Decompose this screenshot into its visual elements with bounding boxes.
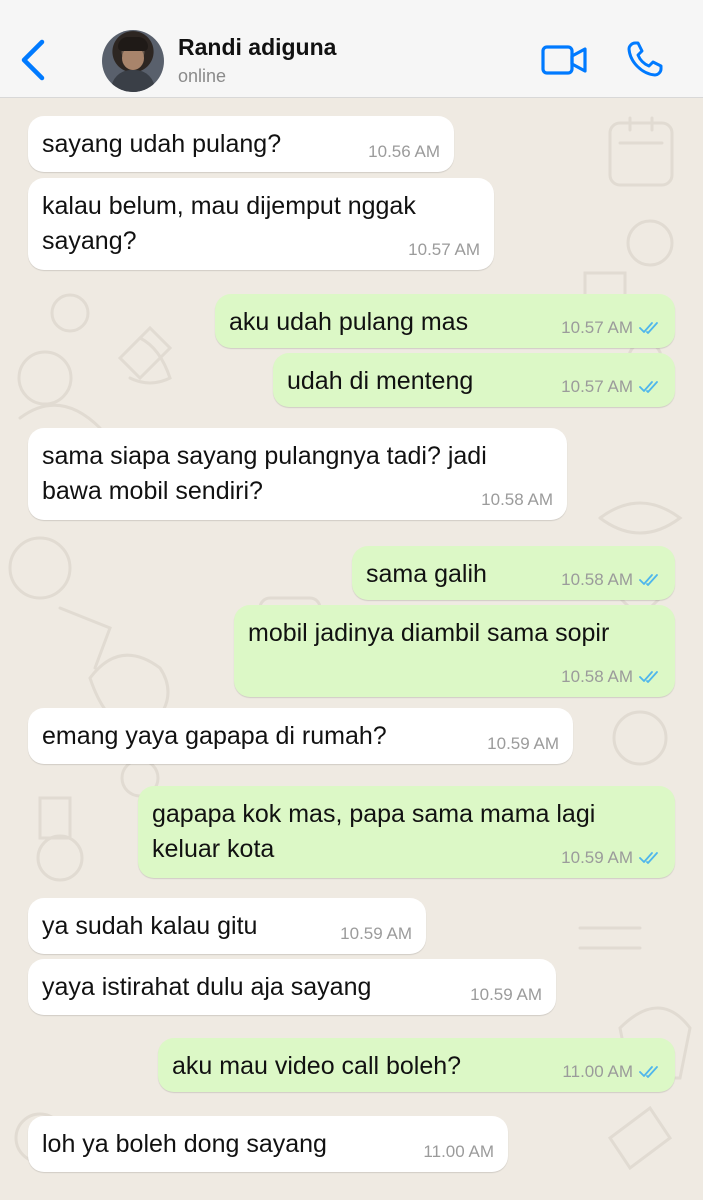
chat-header: Randi adiguna online [0, 0, 703, 98]
incoming-message-bubble[interactable]: sama siapa sayang pulangnya tadi? jadi b… [28, 428, 567, 520]
phone-icon[interactable] [626, 40, 664, 78]
message-meta: 10.58 AM [561, 667, 661, 687]
message-time: 10.57 AM [561, 318, 633, 337]
message-meta: 10.58 AM [561, 570, 661, 590]
outgoing-message-bubble[interactable]: aku udah pulang mas 10.57 AM [215, 294, 675, 348]
message-time: 10.58 AM [561, 570, 633, 589]
message-time: 11.00 AM [562, 1062, 633, 1081]
message-meta: 10.59 AM [340, 924, 412, 944]
message-meta: 10.56 AM [368, 142, 440, 162]
incoming-message-bubble[interactable]: loh ya boleh dong sayang 11.00 AM [28, 1116, 508, 1172]
message-meta: 10.59 AM [470, 985, 542, 1005]
read-receipt-icon [639, 671, 658, 683]
message-time: 10.56 AM [368, 142, 440, 161]
outgoing-message-bubble[interactable]: gapapa kok mas, papa sama mama lagi kelu… [138, 786, 675, 878]
incoming-message-bubble[interactable]: kalau belum, mau dijemput nggak sayang? 1… [28, 178, 494, 270]
incoming-message-bubble[interactable]: yaya istirahat dulu aja sayang 10.59 AM [28, 959, 556, 1015]
outgoing-message-bubble[interactable]: aku mau video call boleh? 11.00 AM [158, 1038, 675, 1092]
read-receipt-icon [639, 322, 658, 334]
incoming-message-bubble[interactable]: ya sudah kalau gitu 10.59 AM [28, 898, 426, 954]
avatar[interactable] [102, 30, 164, 92]
message-meta: 10.58 AM [481, 490, 553, 510]
message-time: 10.58 AM [481, 490, 553, 509]
contact-name[interactable]: Randi adiguna [178, 34, 336, 61]
message-text: emang yaya gapapa di rumah? [42, 722, 387, 750]
read-receipt-icon [639, 381, 658, 393]
outgoing-message-bubble[interactable]: sama galih 10.58 AM [352, 546, 675, 600]
message-meta: 10.57 AM [408, 240, 480, 260]
message-text: sama siapa sayang pulangnya tadi? jadi b… [42, 442, 494, 505]
message-meta: 11.00 AM [423, 1142, 494, 1162]
message-time: 10.57 AM [408, 240, 480, 259]
message-time: 11.00 AM [423, 1142, 494, 1161]
message-meta: 10.59 AM [561, 848, 661, 868]
message-time: 10.59 AM [561, 848, 633, 867]
message-text: yaya istirahat dulu aja sayang [42, 973, 372, 1001]
read-receipt-icon [639, 1066, 658, 1078]
contact-status: online [178, 66, 227, 86]
message-meta: 10.57 AM [561, 318, 661, 338]
outgoing-message-bubble[interactable]: mobil jadinya diambil sama sopir 10.58 AM [234, 605, 675, 697]
chat-area[interactable]: sayang udah pulang? 10.56 AM kalau belum, … [0, 98, 703, 1200]
message-meta: 10.59 AM [487, 734, 559, 754]
message-meta: 10.57 AM [561, 377, 661, 397]
message-meta: 11.00 AM [562, 1062, 661, 1082]
message-time: 10.59 AM [487, 734, 559, 753]
chevron-left-icon[interactable] [14, 36, 54, 84]
message-text: mobil jadinya diambil sama sopir [248, 619, 610, 647]
read-receipt-icon [639, 574, 658, 586]
incoming-message-bubble[interactable]: emang yaya gapapa di rumah? 10.59 AM [28, 708, 573, 764]
incoming-message-bubble[interactable]: sayang udah pulang? 10.56 AM [28, 116, 454, 172]
message-time: 10.59 AM [340, 924, 412, 943]
message-time: 10.59 AM [470, 985, 542, 1004]
message-time: 10.58 AM [561, 667, 633, 686]
video-call-icon[interactable] [541, 44, 587, 76]
read-receipt-icon [639, 852, 658, 864]
outgoing-message-bubble[interactable]: udah di menteng 10.57 AM [273, 353, 675, 407]
message-time: 10.57 AM [561, 377, 633, 396]
